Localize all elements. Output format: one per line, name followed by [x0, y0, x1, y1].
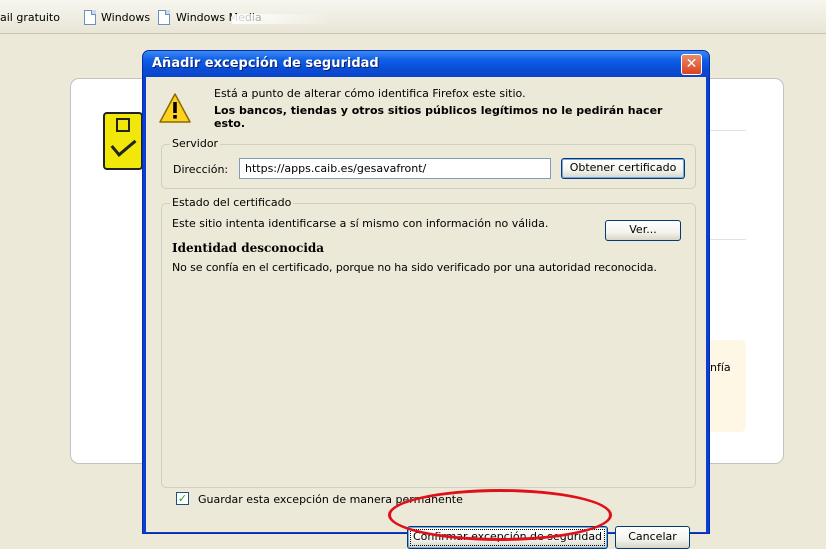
confirm-exception-label: Confirmar excepción de seguridad: [412, 530, 603, 543]
dialog-body: Está a punto de alterar cómo identifica …: [146, 77, 706, 549]
view-button[interactable]: Ver...: [605, 220, 681, 241]
background-logo-mark: [116, 118, 130, 132]
address-label: Dirección:: [173, 163, 229, 176]
permanent-checkbox[interactable]: ✓: [176, 492, 189, 505]
background-warning-box: [708, 340, 746, 432]
identity-heading: Identidad desconocida: [172, 241, 325, 255]
identity-detail: No se confía en el certificado, porque n…: [172, 261, 657, 274]
invalid-info-text: Este sitio intenta identificarse a sí mi…: [172, 217, 549, 230]
security-exception-dialog: Añadir excepción de seguridad ✕ Está a p…: [142, 50, 710, 549]
get-certificate-button[interactable]: Obtener certificado: [561, 158, 685, 179]
checkmark-icon: ✓: [177, 492, 188, 505]
cancel-label: Cancelar: [628, 530, 677, 543]
certificate-status-group: Estado del certificado Este sitio intent…: [161, 196, 696, 488]
page-icon: [84, 10, 96, 25]
cancel-button[interactable]: Cancelar: [615, 526, 690, 549]
background-divider: [710, 239, 746, 240]
warning-icon: [159, 93, 191, 123]
background-partial-text: nfía: [710, 361, 731, 374]
warning-message: Está a punto de alterar cómo identifica …: [214, 87, 526, 100]
confirm-exception-button[interactable]: Confirmar excepción de seguridad: [407, 526, 608, 549]
close-button[interactable]: ✕: [681, 54, 702, 75]
bookmark-mail[interactable]: ail gratuito: [0, 11, 60, 25]
permanent-checkbox-label[interactable]: Guardar esta excepción de manera permane…: [198, 493, 463, 506]
warning-message-bold: Los bancos, tiendas y otros sitios públi…: [214, 104, 663, 130]
view-label: Ver...: [629, 223, 657, 236]
address-input[interactable]: [239, 158, 551, 179]
server-group: Servidor Dirección: Obtener certificado: [161, 137, 696, 189]
background-divider: [710, 130, 746, 131]
get-certificate-label: Obtener certificado: [569, 161, 677, 174]
toolbar-fade: [232, 14, 332, 24]
close-icon: ✕: [685, 56, 698, 72]
dialog-titlebar[interactable]: Añadir excepción de seguridad ✕: [143, 51, 709, 77]
server-legend: Servidor: [170, 137, 221, 150]
certificate-status-legend: Estado del certificado: [170, 196, 294, 209]
page-icon: [158, 10, 170, 25]
bookmarks-toolbar: ail gratuito Windows Windows Media: [0, 0, 826, 34]
dialog-title: Añadir excepción de seguridad: [152, 56, 379, 71]
bookmark-windows[interactable]: Windows: [101, 11, 150, 25]
